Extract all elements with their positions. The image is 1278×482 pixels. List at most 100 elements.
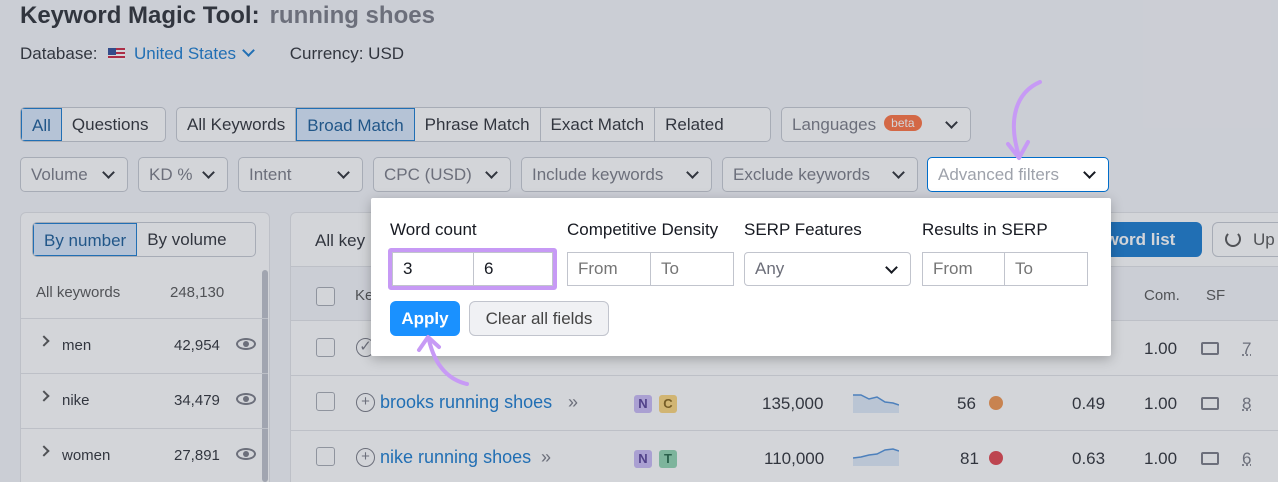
com-value: 1.00: [1144, 449, 1178, 468]
row-checkbox[interactable]: [316, 392, 335, 411]
group-count: 42,954: [174, 337, 220, 354]
keyword-link[interactable]: nike running shoes: [380, 447, 531, 468]
col-sf: SF: [1206, 287, 1226, 304]
serp-features-select[interactable]: Any: [744, 252, 911, 286]
chevron-right-icon: [38, 445, 50, 457]
chevron-down-icon: [485, 166, 498, 179]
chevron-right-icon: [38, 390, 50, 402]
languages-dropdown[interactable]: Languages beta: [781, 107, 971, 142]
group-row[interactable]: men 42,954: [20, 318, 268, 373]
group-sort-toggle: By number By volume: [32, 222, 256, 257]
chevron-down-icon: [202, 166, 215, 179]
database-label: Database:: [20, 44, 98, 63]
group-name: nike: [62, 392, 90, 409]
beta-badge: beta: [884, 115, 922, 131]
tab-broad-match[interactable]: Broad Match: [296, 108, 415, 141]
update-metrics-button[interactable]: Up: [1212, 222, 1278, 257]
trend-sparkline: [853, 394, 899, 413]
volume-filter[interactable]: Volume: [20, 157, 128, 192]
double-chevron-icon[interactable]: »: [541, 447, 551, 468]
question-tabs: All Questions: [20, 107, 166, 142]
tab-questions[interactable]: Questions: [62, 108, 159, 141]
filter-label: Volume: [31, 165, 88, 184]
serp-icon[interactable]: [1201, 452, 1219, 465]
eye-icon[interactable]: [236, 448, 256, 460]
keyword-link[interactable]: brooks running shoes: [380, 392, 552, 413]
serp-icon[interactable]: [1201, 397, 1219, 410]
competitive-density-from-input[interactable]: [567, 252, 651, 286]
filter-label: Intent: [249, 165, 292, 184]
intent-filter[interactable]: Intent: [238, 157, 363, 192]
kd-dot: [989, 451, 1003, 465]
title-text: Keyword Magic Tool:: [20, 2, 260, 29]
by-volume-button[interactable]: By volume: [137, 223, 236, 256]
cpc-value: 0.63: [1072, 449, 1106, 468]
intent-badge: N: [634, 450, 652, 468]
row-checkbox[interactable]: [316, 447, 335, 466]
volume-value: 110,000: [764, 449, 825, 468]
select-all-checkbox[interactable]: [316, 287, 335, 306]
group-count: 34,479: [174, 392, 220, 409]
tab-all-keywords[interactable]: All Keywords: [177, 108, 297, 141]
kd-filter[interactable]: KD %: [138, 157, 228, 192]
word-count-label: Word count: [390, 220, 477, 239]
tab-related[interactable]: Related: [655, 108, 734, 141]
us-flag-icon: [108, 48, 126, 60]
all-keywords-label: All keywords: [36, 284, 121, 301]
advanced-filters-popup: Word count Competitive Density SERP Feat…: [371, 198, 1111, 356]
search-query: running shoes: [269, 2, 435, 29]
annotation-arrow-icon: [1006, 80, 1042, 160]
table-row: + brooks running shoes » N C 135,000 56 …: [291, 375, 1278, 430]
sf-count[interactable]: 6: [1242, 449, 1251, 469]
database-value: United States: [133, 44, 237, 63]
add-icon[interactable]: +: [356, 448, 375, 467]
intent-badge: N: [634, 395, 652, 413]
chevron-up-icon: [1083, 166, 1096, 179]
eye-icon[interactable]: [236, 393, 256, 405]
cpc-value: 0.49: [1072, 394, 1106, 413]
advanced-filters-dropdown[interactable]: Advanced filters: [927, 157, 1109, 192]
group-name: women: [62, 447, 111, 464]
database-selector[interactable]: United States: [133, 44, 255, 63]
serp-features-value: Any: [755, 259, 785, 278]
results-in-serp-from-input[interactable]: [922, 252, 1005, 286]
com-value: 1.00: [1144, 394, 1178, 413]
table-row: + nike running shoes » N T 110,000 81 0.…: [291, 430, 1278, 482]
kd-dot: [989, 396, 1003, 410]
chevron-down-icon: [892, 166, 905, 179]
apply-button[interactable]: Apply: [390, 301, 460, 336]
intent-badge: C: [659, 395, 677, 413]
sf-count[interactable]: 8: [1242, 394, 1251, 414]
tab-phrase-match[interactable]: Phrase Match: [415, 108, 541, 141]
chevron-down-icon: [242, 44, 255, 57]
col-com: Com.: [1144, 287, 1180, 304]
chevron-down-icon: [885, 261, 898, 274]
table-summary: All key: [315, 231, 366, 250]
filter-label: Exclude keywords: [733, 165, 871, 184]
row-checkbox[interactable]: [316, 338, 335, 357]
group-row[interactable]: women 27,891: [20, 428, 268, 482]
cpc-filter[interactable]: CPC (USD): [373, 157, 511, 192]
database-line: Database: United States Currency: USD: [20, 44, 404, 64]
tab-all[interactable]: All: [21, 108, 62, 141]
include-keywords-filter[interactable]: Include keywords: [521, 157, 712, 192]
trend-sparkline: [853, 448, 899, 466]
serp-icon[interactable]: [1201, 342, 1219, 355]
eye-icon[interactable]: [236, 338, 256, 350]
sf-count[interactable]: 7: [1242, 339, 1251, 359]
kd-value: 56: [957, 394, 976, 413]
tab-exact-match[interactable]: Exact Match: [541, 108, 656, 141]
exclude-keywords-filter[interactable]: Exclude keywords: [722, 157, 918, 192]
add-icon[interactable]: +: [356, 393, 375, 412]
match-tabs: All Keywords Broad Match Phrase Match Ex…: [176, 107, 771, 142]
competitive-density-to-input[interactable]: [650, 252, 734, 286]
group-row[interactable]: nike 34,479: [20, 373, 268, 428]
results-in-serp-to-input[interactable]: [1004, 252, 1088, 286]
clear-all-fields-button[interactable]: Clear all fields: [469, 301, 609, 336]
currency-label: Currency: USD: [289, 44, 405, 63]
filter-label: Include keywords: [532, 165, 664, 184]
refresh-icon: [1225, 231, 1241, 247]
double-chevron-icon[interactable]: »: [568, 392, 578, 413]
by-number-button[interactable]: By number: [33, 223, 138, 256]
all-keywords-count: 248,130: [170, 284, 225, 301]
